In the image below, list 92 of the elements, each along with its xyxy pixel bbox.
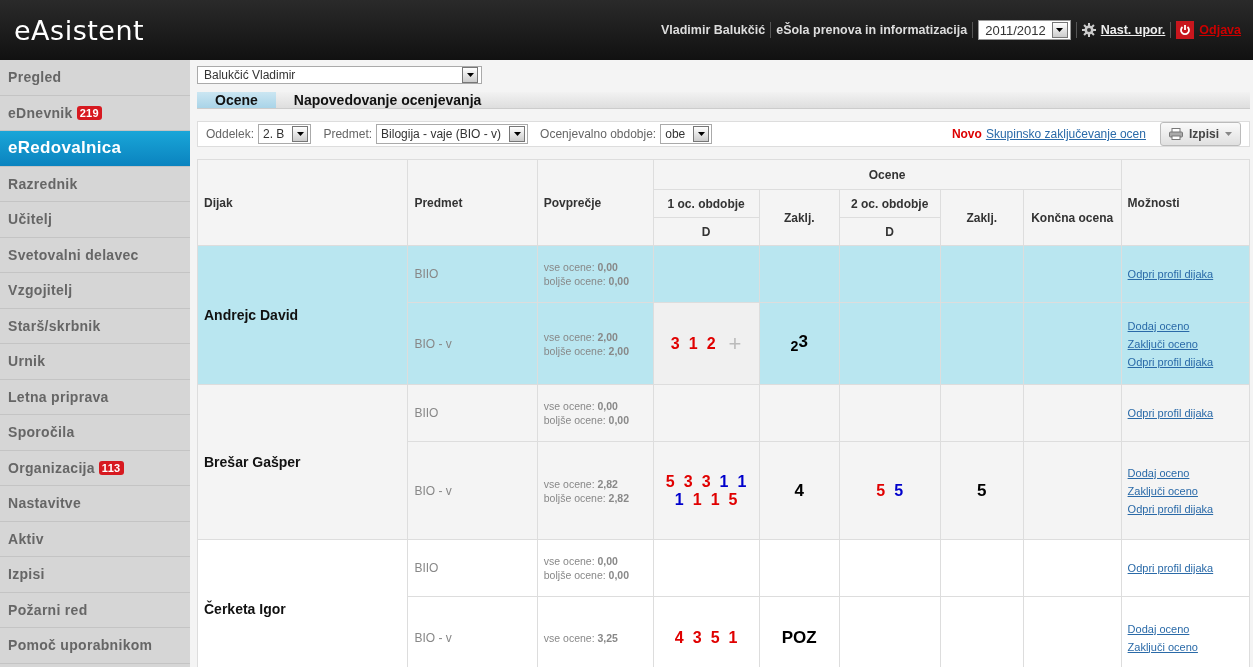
table-cell: BIIO [407, 384, 538, 442]
grade[interactable]: 1 [728, 628, 738, 647]
print-button[interactable]: Izpisi [1160, 122, 1241, 146]
table-cell: BIO - v [407, 302, 538, 385]
option-link[interactable]: Zaključi oceno [1127, 334, 1243, 353]
caret-icon [1225, 132, 1232, 136]
grade[interactable]: 5 [665, 472, 675, 491]
power-icon[interactable] [1176, 21, 1195, 39]
column-header: Povprečje [537, 159, 653, 246]
grade[interactable]: 5 [894, 481, 904, 500]
count-badge: 113 [98, 460, 124, 475]
grade[interactable]: 1 [737, 472, 747, 491]
column-header: Možnosti [1121, 159, 1250, 246]
average-better: boljše ocene: 0,00 [543, 274, 630, 288]
average-all: vse ocene: 0,00 [543, 554, 619, 568]
grade[interactable]: 2 [706, 334, 716, 353]
app-logo: eAsistent [14, 14, 145, 46]
average-better: boljše ocene: 0,00 [543, 568, 630, 582]
grade[interactable]: 5 [728, 490, 738, 509]
student-name: Brešar Gašper [204, 454, 301, 470]
tab[interactable]: Napovedovanje ocenjevanja [275, 92, 500, 108]
final-grade: POZ [781, 627, 817, 647]
caret-icon [513, 132, 521, 136]
grade[interactable]: 4 [674, 628, 684, 647]
grade[interactable]: 1 [692, 490, 702, 509]
option-link[interactable]: Zaključi oceno [1127, 637, 1243, 656]
column-header: Zaklj. [940, 189, 1024, 246]
option-link[interactable]: Odpri profil dijaka [1127, 499, 1243, 518]
sidebar-item[interactable]: eRedovalnica [0, 131, 190, 167]
caret-icon [296, 132, 304, 136]
caret-icon [697, 132, 705, 136]
final-grade: 4 [794, 480, 804, 500]
average-all: vse ocene: 2,82 [543, 476, 619, 491]
caret-icon [466, 73, 474, 77]
column-header: Končna ocena [1023, 189, 1122, 246]
filter-label: Oddelek: [206, 127, 255, 141]
final-grade: 5 [977, 480, 987, 500]
filter-select[interactable]: Bilogija - vaje (BIO - v) [376, 124, 529, 144]
count-badge: 219 [76, 105, 102, 120]
column-header: D [839, 217, 941, 246]
group-grading-link[interactable]: Skupinsko zaključevanje ocen [985, 127, 1146, 141]
filter-select[interactable]: obe [660, 124, 713, 144]
grade[interactable]: 1 [710, 490, 720, 509]
teacher-select[interactable]: Balukčić Vladimir [197, 66, 482, 84]
filter-label: Predmet: [323, 127, 373, 141]
student-name: Andrejc David [204, 307, 299, 323]
option-link[interactable]: Zaključi oceno [1127, 481, 1243, 500]
average-all: vse ocene: 0,00 [543, 399, 619, 413]
year-select[interactable]: 2011/2012 [978, 20, 1071, 40]
option-link[interactable]: Odpri profil dijaka [1127, 352, 1243, 371]
option-link[interactable]: Dodaj oceno [1127, 463, 1243, 482]
grade[interactable]: 3 [701, 472, 711, 491]
average-all: vse ocene: 2,00 [543, 329, 619, 344]
grade[interactable]: 1 [688, 334, 698, 353]
printer-icon [1169, 128, 1183, 140]
column-header: Dijak [197, 159, 408, 246]
table-cell: BIIO [407, 539, 538, 597]
grade[interactable]: 3 [683, 472, 693, 491]
column-header: Predmet [407, 159, 538, 246]
average-all: vse ocene: 0,00 [543, 260, 619, 274]
student-name: Čerketa Igor [204, 601, 286, 617]
filter-label: Ocenjevalno obdobje: [540, 127, 657, 141]
average-all: vse ocene: 3,25 [543, 630, 619, 645]
new-label: Novo [951, 127, 982, 141]
filter-select[interactable]: 2. B [258, 124, 312, 144]
grade[interactable]: 5 [710, 628, 720, 647]
average-better: boljše ocene: 2,82 [543, 490, 630, 505]
grade[interactable]: 5 [876, 481, 886, 500]
column-header: 1 oc. obdobje [653, 189, 760, 218]
column-header: Ocene [653, 159, 1122, 190]
school-name: eŠola prenova in informatizacija [776, 23, 968, 37]
grade[interactable]: 3 [692, 628, 702, 647]
user-name: Vladimir Balukčić [660, 23, 766, 37]
average-better: boljše ocene: 0,00 [543, 413, 630, 427]
logout-link[interactable]: Odjava [1199, 23, 1241, 37]
settings-icon[interactable] [1081, 23, 1096, 37]
option-link[interactable]: Dodaj oceno [1127, 316, 1243, 335]
option-link[interactable]: Dodaj oceno [1127, 619, 1243, 638]
average-better: boljše ocene: 2,00 [543, 343, 630, 358]
tab[interactable]: Ocene [197, 92, 276, 108]
column-header: D [653, 217, 760, 246]
table-cell: BIIO [407, 245, 538, 303]
caret-icon [1056, 28, 1064, 32]
grade[interactable]: 3 [670, 334, 680, 353]
settings-link[interactable]: Nast. upor. [1100, 23, 1166, 37]
final-grade: $_{2}$3 [790, 332, 808, 352]
grade[interactable]: 1 [719, 472, 729, 491]
table-cell: BIO - v [407, 441, 538, 540]
table-cell: BIO - v [407, 596, 538, 667]
grade[interactable]: 1 [674, 490, 684, 509]
column-header: 2 oc. obdobje [839, 189, 941, 218]
column-header: Zaklj. [759, 189, 840, 246]
